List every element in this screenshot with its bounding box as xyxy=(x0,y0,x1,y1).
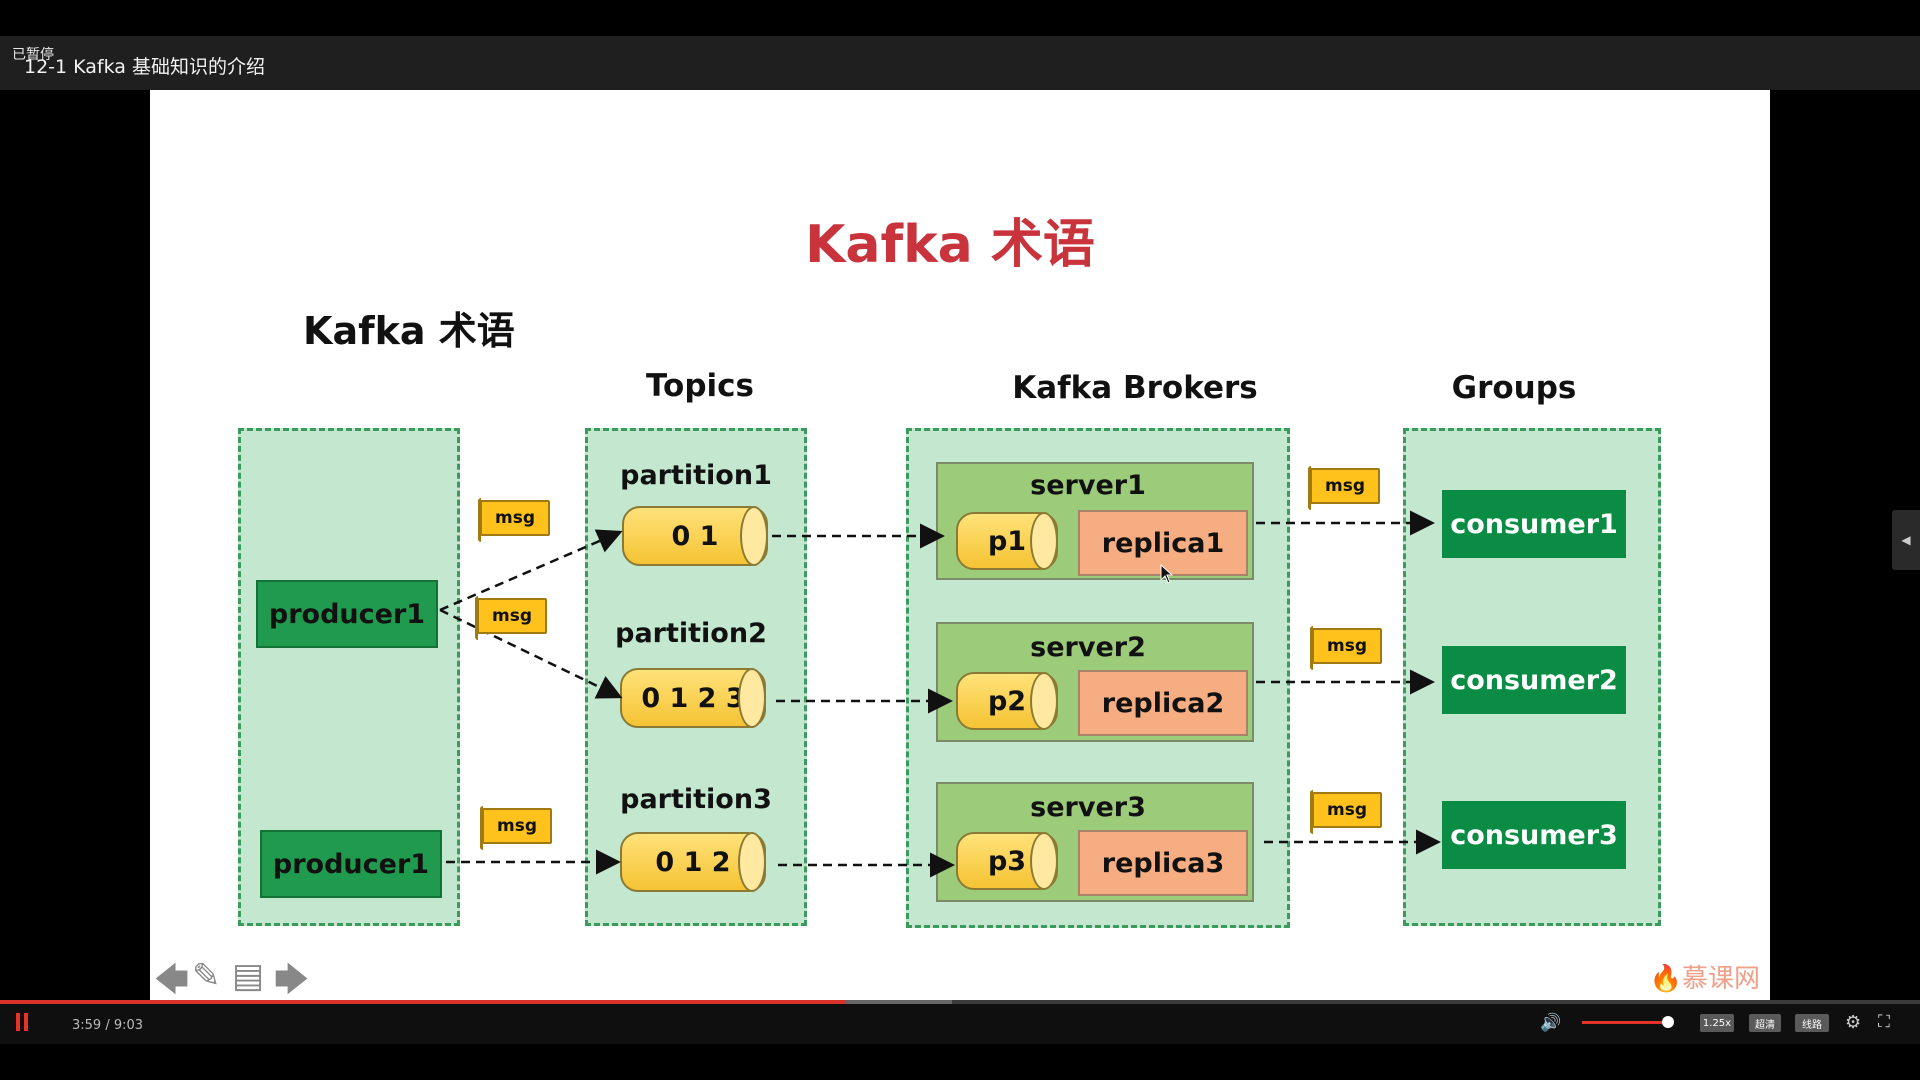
video-title: 12-1 Kafka 基础知识的介绍 xyxy=(24,56,265,78)
msg-tag: msg xyxy=(475,596,547,640)
fullscreen-icon[interactable]: ⛶ xyxy=(1878,1012,1890,1032)
msg-tag: msg xyxy=(478,498,550,542)
speed-button[interactable]: 1.25x xyxy=(1700,1014,1734,1032)
gear-icon[interactable]: ⚙ xyxy=(1845,1012,1861,1033)
pause-button[interactable] xyxy=(16,1013,30,1031)
msg-tag: msg xyxy=(1310,790,1382,834)
imooc-logo: 🔥慕课网 xyxy=(1650,958,1760,995)
chevron-left-icon: ◀ xyxy=(1901,533,1911,547)
quality-button[interactable]: 超清 xyxy=(1749,1014,1781,1032)
pause-icon xyxy=(16,1013,20,1031)
slide: Kafka 术语 Kafka 术语 Topics Kafka Brokers G… xyxy=(150,90,1770,1001)
volume-slider[interactable] xyxy=(1582,1021,1670,1024)
side-panel-toggle[interactable]: ◀ xyxy=(1892,510,1920,570)
menu-icon[interactable]: ▤ xyxy=(232,956,264,996)
control-bar xyxy=(0,1004,1920,1044)
mouse-cursor-icon xyxy=(1160,564,1174,584)
title-bar xyxy=(0,36,1920,90)
pause-icon xyxy=(24,1013,28,1031)
flow-arrows xyxy=(439,510,1441,878)
logo-text: 慕课网 xyxy=(1681,964,1760,994)
pen-icon[interactable]: ✎ xyxy=(192,956,221,996)
volume-icon[interactable]: 🔊 xyxy=(1540,1013,1561,1033)
time-display: 3:59 / 9:03 xyxy=(72,1018,144,1033)
line-button[interactable]: 线路 xyxy=(1795,1014,1829,1032)
msg-tag: msg xyxy=(1310,626,1382,670)
msg-tag: msg xyxy=(1308,466,1380,510)
msg-tag: msg xyxy=(480,806,552,850)
volume-knob[interactable] xyxy=(1662,1016,1674,1028)
paused-status: 已暂停 xyxy=(12,47,54,63)
flame-icon: 🔥 xyxy=(1649,964,1682,994)
